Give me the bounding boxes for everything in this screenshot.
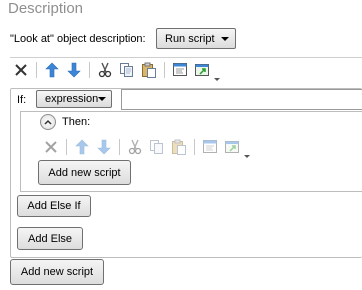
paste-icon[interactable] [168, 136, 190, 158]
popout-icon[interactable] [221, 136, 243, 158]
chevron-up-icon [44, 119, 52, 125]
description-type-dropdown[interactable]: Run script [156, 28, 236, 49]
toolbar-separator [89, 62, 90, 78]
page-title: Description [8, 0, 84, 17]
delete-icon[interactable] [40, 136, 62, 158]
toolbar-separator [194, 139, 195, 155]
toolbar-separator [164, 62, 165, 78]
move-down-icon[interactable] [63, 59, 85, 81]
expression-input[interactable] [121, 89, 362, 110]
script-toolbar [10, 59, 221, 81]
paste-icon[interactable] [138, 59, 160, 81]
toolbar-separator [119, 139, 120, 155]
condition-type-dropdown[interactable]: expression [36, 90, 112, 108]
chevron-down-icon [98, 97, 107, 101]
move-up-icon[interactable] [71, 136, 93, 158]
then-toolbar [40, 136, 251, 158]
toolbar-separator [36, 62, 37, 78]
copy-icon[interactable] [116, 59, 138, 81]
description-label: "Look at" object description: [10, 33, 146, 45]
copy-icon[interactable] [146, 136, 168, 158]
move-down-icon[interactable] [93, 136, 115, 158]
delete-icon[interactable] [10, 59, 32, 81]
toolbar-overflow-icon[interactable] [213, 71, 221, 81]
add-else-if-button[interactable]: Add Else If [17, 195, 91, 217]
toolbar-separator [66, 139, 67, 155]
if-label: If: [17, 94, 27, 106]
collapse-then-button[interactable] [40, 114, 56, 130]
code-view-icon[interactable] [169, 59, 191, 81]
toolbar-divider [10, 57, 362, 58]
description-type-value: Run script [165, 32, 215, 45]
move-up-icon[interactable] [41, 59, 63, 81]
chevron-down-icon [221, 36, 229, 41]
add-script-button[interactable]: Add new script [10, 259, 104, 285]
then-label: Then: [62, 116, 91, 128]
then-add-script-button[interactable]: Add new script [38, 160, 131, 185]
cut-icon[interactable] [124, 136, 146, 158]
code-view-icon[interactable] [199, 136, 221, 158]
condition-type-value: expression [45, 93, 99, 105]
toolbar-overflow-icon[interactable] [243, 148, 251, 158]
popout-icon[interactable] [191, 59, 213, 81]
add-else-button[interactable]: Add Else [17, 227, 83, 250]
cut-icon[interactable] [94, 59, 116, 81]
